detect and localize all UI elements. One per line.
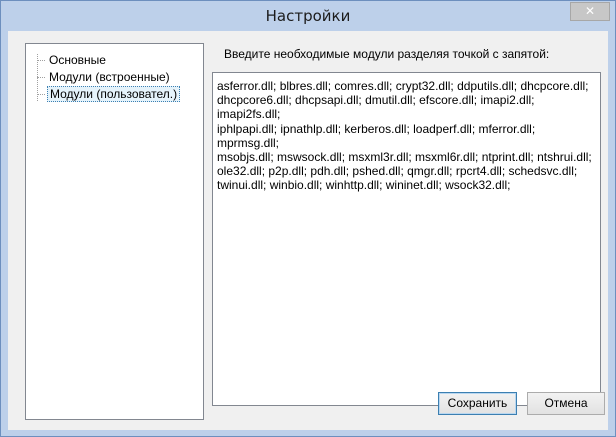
tree-item-label: Основные [49, 53, 106, 67]
modules-textarea[interactable]: asferror.dll; blbres.dll; comres.dll; cr… [212, 72, 601, 406]
tree-branch-line [37, 60, 45, 61]
tree-item-label: Модули (встроенные) [49, 70, 170, 84]
cancel-button[interactable]: Отмена [527, 392, 605, 415]
tree-branch-line [37, 94, 45, 95]
modules-prompt-label: Введите необходимые модули разделяя точк… [224, 47, 550, 61]
settings-dialog: Настройки ✕ Основные Модули (встроенные)… [0, 0, 616, 437]
close-button[interactable]: ✕ [570, 2, 610, 21]
tree-branch-line [37, 77, 45, 78]
title-bar[interactable]: Настройки ✕ [1, 1, 615, 31]
save-button[interactable]: Сохранить [438, 392, 517, 415]
tree-item-label: Модули (пользовател.) [47, 86, 181, 102]
close-icon: ✕ [584, 4, 596, 18]
dialog-client-area: Основные Модули (встроенные) Модули (пол… [8, 31, 608, 430]
dialog-title: Настройки [265, 7, 351, 25]
settings-tree[interactable]: Основные Модули (встроенные) Модули (пол… [25, 43, 204, 420]
